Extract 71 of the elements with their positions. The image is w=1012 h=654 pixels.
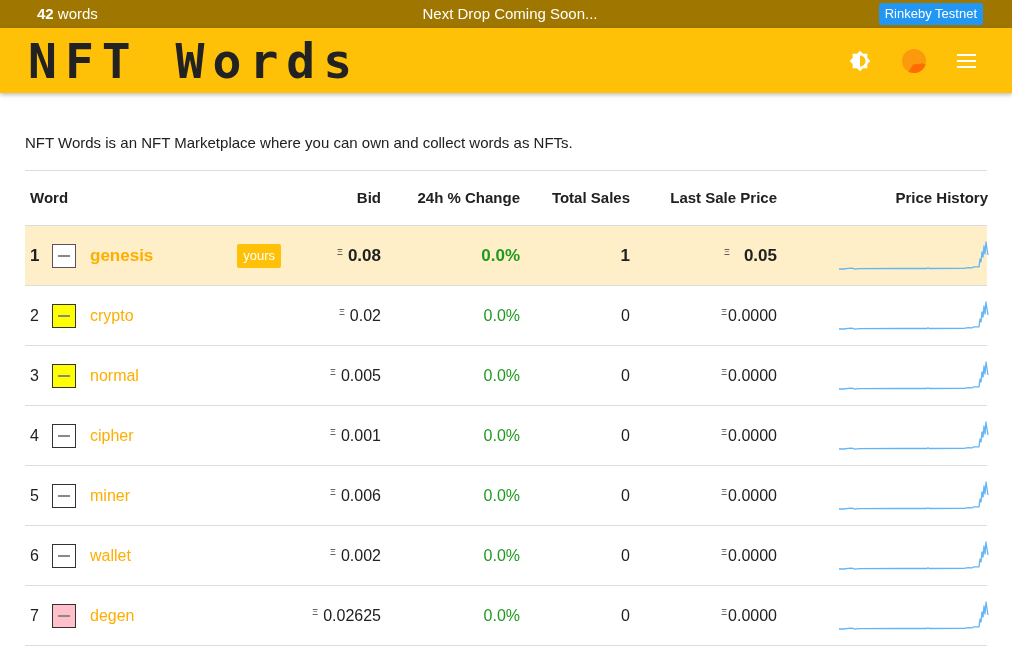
row-rank: 6 [30, 545, 40, 566]
row-rank: 3 [30, 365, 40, 386]
row-rank: 5 [30, 485, 40, 506]
row-rank: 4 [30, 425, 40, 446]
bid-amount: 0.02 [349, 306, 381, 324]
next-drop-notice: Next Drop Coming Soon... [422, 5, 598, 23]
change-percent: 0.0% [483, 306, 520, 324]
total-sales: 0 [621, 306, 630, 324]
word-link[interactable]: degen [90, 605, 135, 626]
word-link[interactable]: cipher [90, 425, 134, 446]
last-sale-price: 0.0000 [728, 606, 777, 624]
menu-icon[interactable] [957, 53, 976, 68]
row-rank: 7 [30, 605, 40, 626]
bid-amount: 0.001 [340, 426, 381, 444]
bid-amount: 0.02625 [323, 606, 381, 624]
word-link[interactable]: crypto [90, 305, 134, 326]
row-rank: 1 [30, 245, 41, 266]
last-sale-price: 0.0000 [728, 486, 777, 504]
word-link[interactable]: miner [90, 485, 130, 506]
eth-symbol: Ξ [339, 306, 345, 317]
eth-symbol: Ξ [721, 486, 728, 497]
brightness-icon[interactable] [849, 49, 871, 72]
last-sale-price: 0.0000 [728, 546, 777, 564]
change-percent: 0.0% [483, 366, 520, 384]
avatar-icon[interactable] [902, 48, 926, 73]
last-sale-price: 0.0000 [728, 306, 777, 324]
change-percent: 0.0% [481, 245, 520, 265]
last-sale-price: 0.0000 [728, 366, 777, 384]
column-header: Last Sale Price [670, 189, 777, 206]
eth-symbol: Ξ [330, 546, 336, 557]
column-header: 24h % Change [417, 189, 520, 206]
eth-symbol: Ξ [312, 606, 319, 617]
column-header: Price History [895, 189, 988, 206]
last-sale-price: 0.0000 [728, 426, 777, 444]
network-button[interactable]: Rinkeby Testnet [878, 3, 983, 25]
total-sales: 0 [621, 546, 630, 564]
bid-amount: 0.002 [340, 546, 381, 564]
change-percent: 0.0% [483, 486, 520, 504]
eth-symbol: Ξ [330, 426, 336, 437]
total-sales: 0 [621, 366, 630, 384]
bid-amount: 0.005 [340, 366, 381, 384]
eth-symbol: Ξ [330, 366, 336, 377]
eth-symbol: Ξ [330, 486, 336, 497]
column-header: Word [30, 189, 69, 206]
word-link[interactable]: normal [90, 365, 139, 386]
column-header: Total Sales [551, 189, 630, 206]
word-link[interactable]: genesis [90, 245, 154, 266]
bid-amount: 0.006 [340, 486, 381, 504]
word-link[interactable]: wallet [90, 545, 131, 566]
eth-symbol: Ξ [337, 246, 343, 257]
last-sale-price: 0.05 [743, 245, 777, 265]
site-logo[interactable]: NFT Words [28, 35, 361, 86]
total-sales: 0 [621, 426, 630, 444]
yours-badge: yours [237, 243, 281, 268]
eth-symbol: Ξ [721, 546, 728, 557]
total-sales: 1 [620, 245, 630, 265]
change-percent: 0.0% [483, 546, 520, 564]
word-count: 42 words [37, 5, 98, 23]
total-sales: 0 [621, 486, 630, 504]
total-sales: 0 [621, 606, 630, 624]
column-header: Bid [356, 189, 381, 206]
intro-text: NFT Words is an NFT Marketplace where you can own and collect words as NFTs. [25, 133, 574, 153]
eth-symbol: Ξ [721, 306, 728, 317]
row-rank: 2 [30, 305, 40, 326]
change-percent: 0.0% [483, 606, 520, 624]
eth-symbol: Ξ [721, 606, 728, 617]
eth-symbol: Ξ [721, 426, 728, 437]
eth-symbol: Ξ [721, 366, 728, 377]
bid-amount: 0.08 [347, 245, 381, 265]
change-percent: 0.0% [483, 426, 520, 444]
eth-symbol: Ξ [724, 246, 730, 257]
